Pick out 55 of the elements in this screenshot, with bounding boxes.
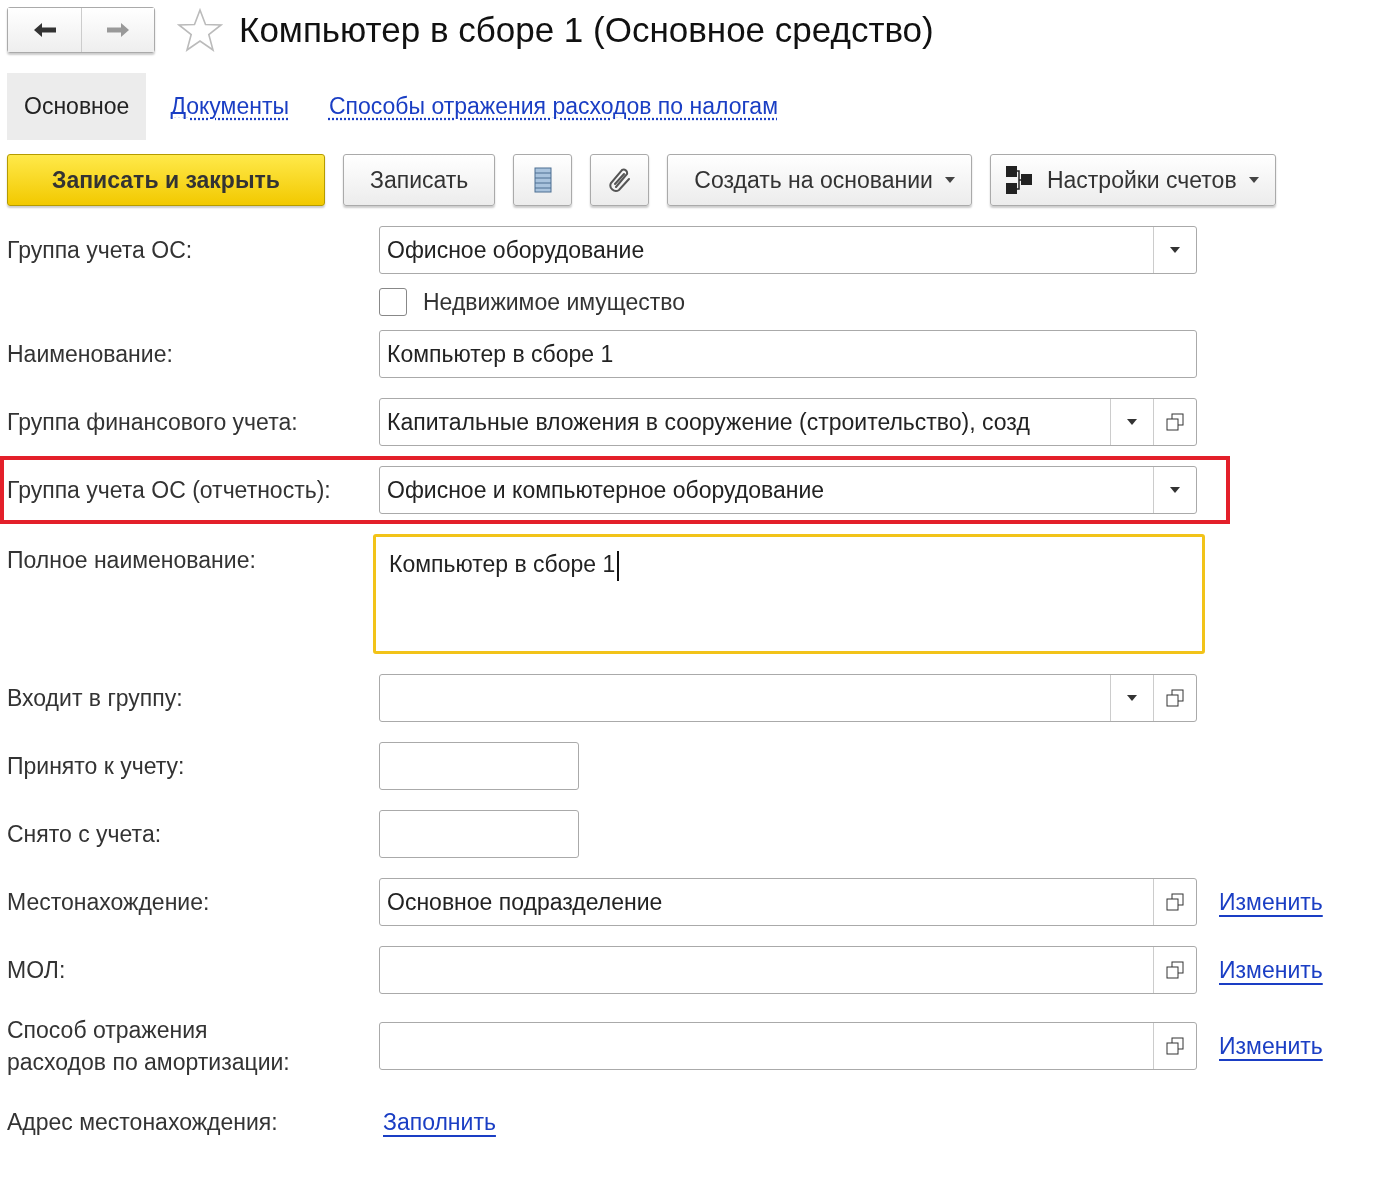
field-label: Полное наименование: <box>7 546 257 575</box>
tab[interactable]: Документы <box>170 92 289 120</box>
date-field[interactable] <box>379 742 579 790</box>
field-label: Входит в группу: <box>7 683 184 713</box>
tab[interactable]: Основное <box>7 72 147 140</box>
input-field[interactable] <box>379 1022 1197 1071</box>
dropdown-field[interactable]: Офисное и компьютерное оборудование <box>379 466 1197 514</box>
field-label: Принято к учету: <box>7 751 186 781</box>
field-label: Наименование: <box>7 339 174 369</box>
field-label: Группа финансового учета: <box>7 407 299 437</box>
dropdown-field[interactable] <box>379 674 1197 722</box>
text-area[interactable]: Компьютер в сборе 1 <box>373 534 1205 654</box>
change-link[interactable]: Изменить <box>1219 956 1389 984</box>
field-label: Снято с учета: <box>7 819 163 849</box>
paperclip-icon <box>607 167 632 193</box>
open-icon <box>1166 689 1184 707</box>
dropdown-icon <box>1170 247 1180 253</box>
open-icon <box>1166 961 1184 979</box>
open-icon <box>1166 1037 1184 1056</box>
field-label: Местонахождение: <box>7 887 211 917</box>
field-label: Группа учета ОС (отчетность): <box>7 475 332 505</box>
back-button[interactable] <box>8 8 81 52</box>
date-field[interactable] <box>379 810 579 858</box>
list-button[interactable] <box>513 154 573 206</box>
change-link[interactable]: Изменить <box>1219 888 1389 916</box>
scheme-icon <box>1004 165 1033 195</box>
field-label: Способ отражения расходов по амортизации: <box>7 1016 291 1078</box>
account-settings-button[interactable]: Настройки счетов <box>989 154 1276 206</box>
list-icon <box>533 167 552 193</box>
change-link[interactable]: Изменить <box>1219 1032 1389 1060</box>
field-label: МОЛ: <box>7 955 67 985</box>
open-icon <box>1166 413 1184 431</box>
dropdown-icon <box>1127 419 1137 425</box>
field-label: Группа учета ОС: <box>7 235 194 265</box>
dropdown-field[interactable]: Капитальные вложения в сооружение (строительство), созд <box>379 398 1197 446</box>
input-field[interactable]: Основное подразделение <box>379 878 1197 926</box>
save-and-close-button[interactable]: Записать и закрыть <box>7 154 325 206</box>
caret-icon <box>1248 177 1259 183</box>
dropdown-field[interactable]: Офисное оборудование <box>379 226 1197 274</box>
window-title: Компьютер в сборе 1 (Основное средство) <box>239 10 934 50</box>
forward-arrow-icon <box>105 21 131 39</box>
fill-link[interactable]: Заполнить <box>383 1108 496 1136</box>
star-icon[interactable] <box>177 8 223 52</box>
caret-icon <box>944 177 955 183</box>
input-field[interactable] <box>379 946 1197 994</box>
attach-button[interactable] <box>590 154 650 206</box>
checkbox[interactable]: Недвижимое имущество <box>379 288 1197 316</box>
save-button[interactable]: Записать <box>343 154 496 206</box>
field-label: Адрес местонахождения: <box>7 1108 279 1138</box>
create-based-on-button[interactable]: Создать на основании <box>667 154 972 206</box>
dropdown-icon <box>1170 487 1180 493</box>
tab[interactable]: Способы отражения расходов по налогам <box>328 92 778 120</box>
input-field[interactable]: Компьютер в сборе 1 <box>379 330 1197 378</box>
dropdown-icon <box>1127 695 1137 701</box>
open-icon <box>1166 893 1184 911</box>
